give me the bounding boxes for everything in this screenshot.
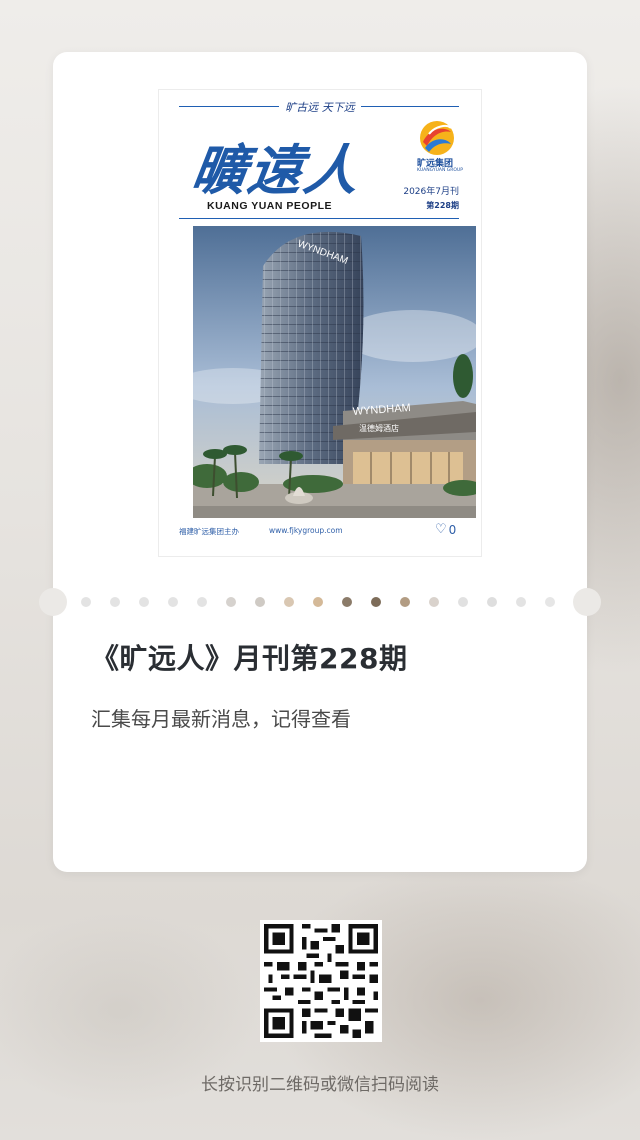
perforation-dot <box>255 597 265 607</box>
perforation-dot <box>516 597 526 607</box>
group-logo-icon <box>420 121 454 155</box>
cover-mid-rule <box>179 218 459 219</box>
hotel-photo: WYNDHAM WYNDHAM 温德姆酒店 <box>193 226 476 518</box>
scan-hint: 长按识别二维码或微信扫码阅读 <box>201 1075 439 1095</box>
perforation-dot <box>487 597 497 607</box>
like-count: 0 <box>448 522 457 537</box>
magazine-cover[interactable]: 旷古远 天下远 曠遠人 KUANG YUAN PEOPLE 旷远集团 KUANG… <box>158 89 482 557</box>
perforation-dot <box>110 597 120 607</box>
perforation-dot <box>342 597 352 607</box>
perforation-dot <box>371 597 381 607</box>
perforation-dot <box>81 597 91 607</box>
perforation-dot <box>458 597 468 607</box>
cover-masthead-en: KUANG YUAN PEOPLE <box>207 200 332 212</box>
heart-outline-icon: ♡ <box>435 522 447 537</box>
article-subtitle: 汇集每月最新消息，记得查看 <box>91 707 351 731</box>
perforation-dot <box>545 597 555 607</box>
perforation-dot <box>313 597 323 607</box>
issue-number: 第228期 <box>426 201 459 210</box>
perforation-dot <box>284 597 294 607</box>
qr-code-icon[interactable] <box>260 920 382 1042</box>
right-notch <box>573 588 601 616</box>
perforation-dot <box>226 597 236 607</box>
issue-date: 2026年7月刊 <box>403 187 459 197</box>
perforation-dot <box>400 597 410 607</box>
left-notch <box>39 588 67 616</box>
cover-masthead: 曠遠人 <box>187 138 365 202</box>
cover-sponsor: 福建旷远集团主办 <box>179 527 239 536</box>
cover-url: www.fjkygroup.com <box>269 526 343 535</box>
share-card: 旷古远 天下远 曠遠人 KUANG YUAN PEOPLE 旷远集团 KUANG… <box>39 52 601 872</box>
perforation-dot <box>168 597 178 607</box>
cover-slogan: 旷古远 天下远 <box>159 99 481 115</box>
perforation-dot <box>429 597 439 607</box>
cover-like[interactable]: ♡ 0 <box>435 522 456 537</box>
group-logo-en: KUANGYUAN GROUP <box>417 168 463 173</box>
photo-sign-cn: 温德姆酒店 <box>359 423 399 433</box>
perforation-dot <box>197 597 207 607</box>
perforation-dot <box>139 597 149 607</box>
perforation-divider <box>39 588 601 616</box>
article-title: 《旷远人》月刊第228期 <box>91 642 408 675</box>
